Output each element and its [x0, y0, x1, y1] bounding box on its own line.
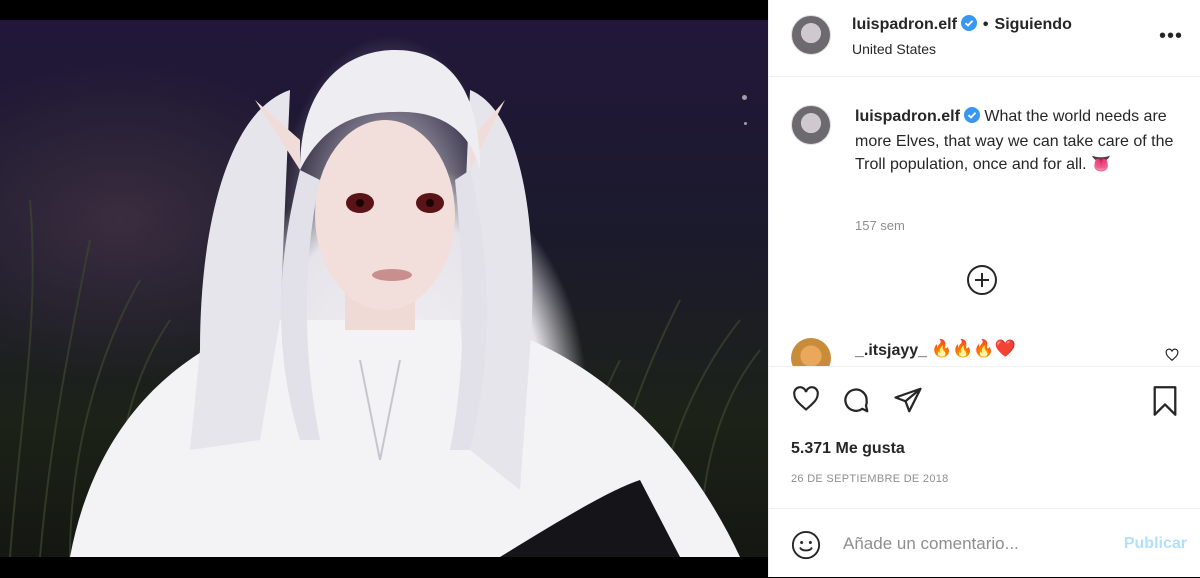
header-user-line: luispadron.elf • Siguiendo: [852, 15, 1072, 36]
header-username[interactable]: luispadron.elf: [852, 16, 957, 33]
comment-username[interactable]: _.itsjayy_: [855, 342, 927, 360]
verified-badge-icon: [960, 15, 977, 36]
plus-circle-icon[interactable]: [967, 265, 997, 295]
location-link[interactable]: United States: [852, 41, 936, 57]
comment-row: _.itsjayy_ 🔥🔥🔥❤️: [769, 330, 1200, 366]
post-side-panel: luispadron.elf • Siguiendo United States •…: [768, 0, 1200, 577]
likes-count[interactable]: 5.371 Me gusta: [791, 440, 905, 458]
post-date[interactable]: 26 DE SEPTIEMBRE DE 2018: [791, 473, 949, 485]
post-photo-illustration: [9, 50, 761, 557]
action-bar: [769, 366, 1200, 427]
caption-emoji: 👅: [1091, 156, 1111, 173]
comment-heart-icon[interactable]: [1165, 348, 1179, 367]
heart-icon[interactable]: [791, 385, 821, 418]
comment-avatar[interactable]: [791, 338, 831, 366]
comment-input[interactable]: [841, 525, 1105, 563]
add-comment-bar: Publicar: [769, 508, 1200, 578]
verified-badge-icon: [963, 107, 980, 130]
follow-status-button[interactable]: Siguiendo: [995, 16, 1072, 33]
publish-button[interactable]: Publicar: [1124, 535, 1187, 553]
avatar[interactable]: [791, 15, 831, 55]
caption-username[interactable]: luispadron.elf: [855, 108, 960, 125]
post-header: luispadron.elf • Siguiendo United States •…: [769, 0, 1200, 77]
caption: luispadron.elf What the world needs are …: [855, 105, 1185, 176]
bookmark-icon[interactable]: [1151, 385, 1179, 422]
light-speck: [742, 95, 747, 100]
separator-dot: •: [982, 16, 989, 33]
caption-timestamp[interactable]: 157 sem: [855, 218, 905, 233]
comment-bubble-icon[interactable]: [841, 385, 871, 420]
post-image[interactable]: [0, 20, 768, 557]
more-options-icon[interactable]: •••: [1159, 25, 1183, 48]
light-speck: [744, 122, 747, 125]
smiley-icon[interactable]: [791, 530, 821, 565]
comment-text: 🔥🔥🔥❤️: [931, 339, 1016, 358]
caption-avatar[interactable]: [791, 105, 831, 145]
paper-plane-icon[interactable]: [893, 385, 923, 420]
